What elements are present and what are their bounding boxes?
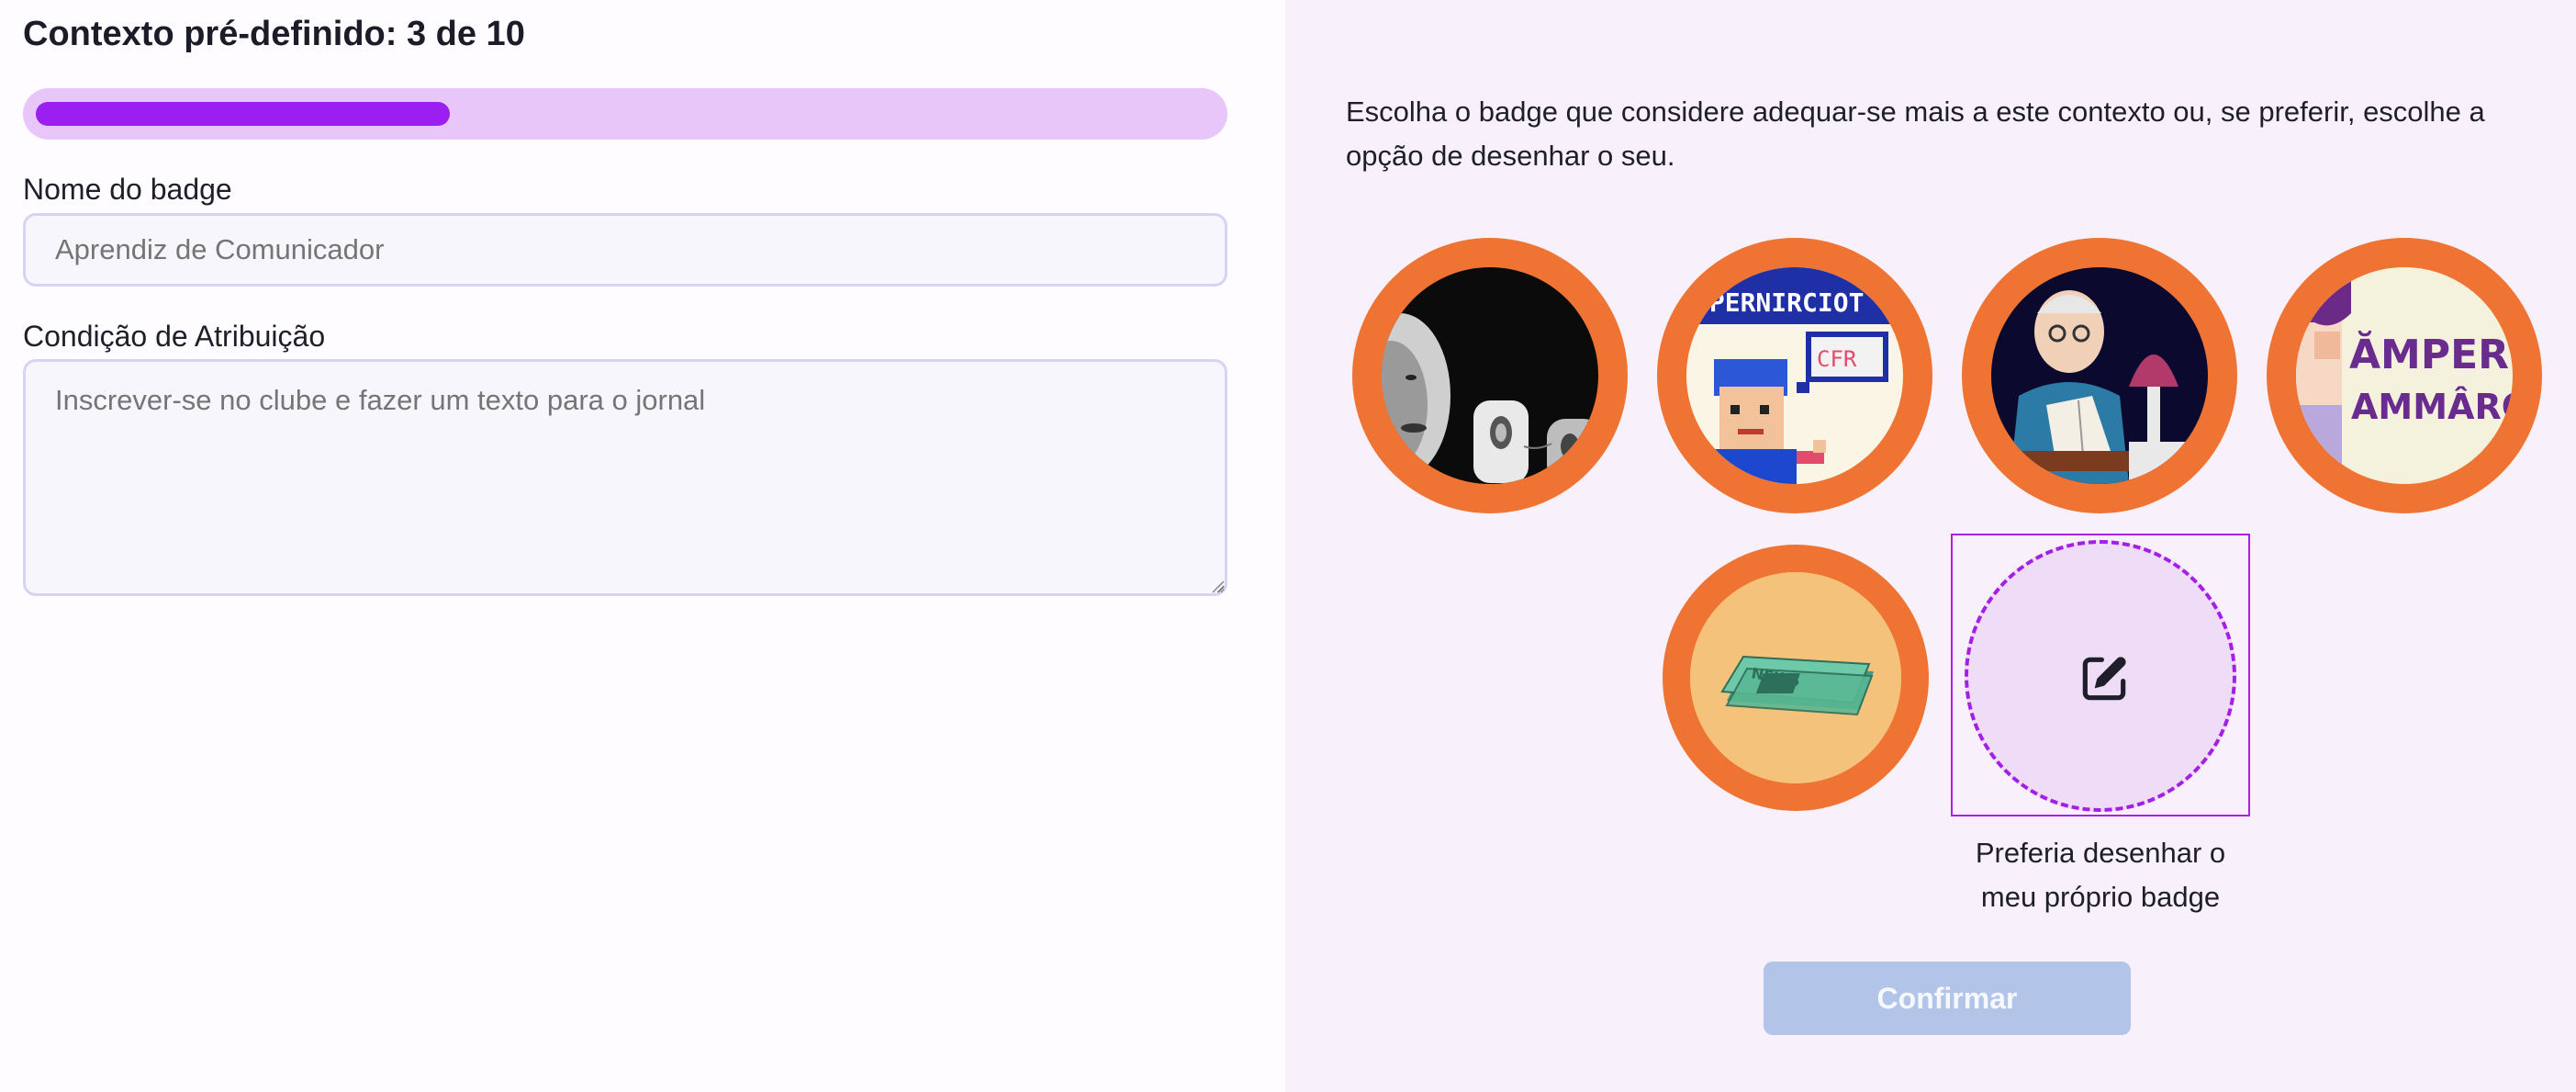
edit-icon bbox=[2082, 657, 2126, 701]
badge-option-reader[interactable] bbox=[1962, 238, 2237, 513]
page-title: Contexto pré-definido: 3 de 10 bbox=[23, 15, 525, 53]
badge-poster-image: ĂMPERI AMMÂRO bbox=[2296, 267, 2513, 484]
confirm-button[interactable]: Confirmar bbox=[1764, 962, 2131, 1035]
draw-own-badge-circle bbox=[1965, 540, 2236, 812]
condition-label: Condição de Atribuição bbox=[23, 320, 326, 353]
badge-masks-image bbox=[1382, 267, 1598, 484]
draw-own-badge-caption: Preferia desenhar o meu próprio badge bbox=[1975, 837, 2226, 913]
badge-option-pixel-comic[interactable]: UPERNIRCIOT CFR bbox=[1657, 238, 1932, 513]
badge-option-poster[interactable]: ĂMPERI AMMÂRO bbox=[2267, 238, 2542, 513]
pixel-comic-bubble-text: CFR bbox=[1817, 346, 1857, 372]
progress-bar-fill bbox=[36, 102, 450, 126]
badge-option-masks[interactable] bbox=[1352, 238, 1628, 513]
draw-own-badge-option[interactable] bbox=[1951, 534, 2250, 816]
badge-pixel-comic-image: UPERNIRCIOT CFR bbox=[1686, 267, 1903, 484]
poster-text-line-2: AMMÂRO bbox=[2351, 387, 2513, 427]
poster-text-line-1: ĂMPERI bbox=[2349, 330, 2513, 378]
progress-bar bbox=[23, 88, 1227, 140]
badge-name-label: Nome do badge bbox=[23, 173, 232, 206]
pixel-comic-title-text: UPERNIRCIOT bbox=[1694, 287, 1864, 318]
badge-chooser-panel: Escolha o badge que considere adequar-se… bbox=[1285, 0, 2576, 1092]
chooser-instructions: Escolha o badge que considere adequar-se… bbox=[1346, 96, 2485, 172]
badge-option-newspaper[interactable]: NEWS bbox=[1663, 545, 1929, 811]
badge-newspaper-image: NEWS bbox=[1690, 572, 1901, 783]
condition-textarea[interactable] bbox=[23, 359, 1227, 596]
form-panel: Contexto pré-definido: 3 de 10 Nome do b… bbox=[0, 0, 1285, 1092]
badge-name-input[interactable] bbox=[23, 213, 1227, 287]
resize-handle-icon[interactable] bbox=[1209, 578, 1226, 594]
badge-reader-image bbox=[1991, 267, 2208, 484]
